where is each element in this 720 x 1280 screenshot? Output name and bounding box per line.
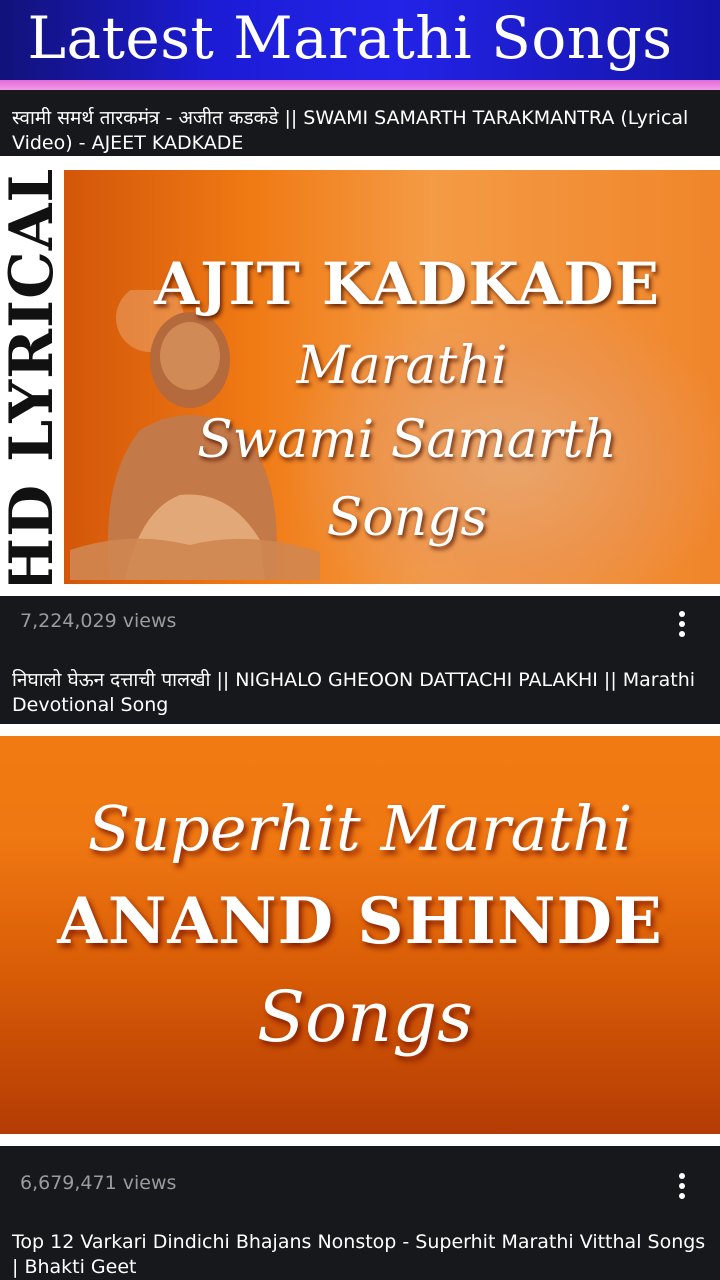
app-header: Latest Marathi Songs <box>0 0 720 80</box>
video-thumbnail[interactable]: HD LYRICAL AJIT KADKADE Marathi Swami Sa… <box>0 170 720 584</box>
app-title: Latest Marathi Songs <box>27 4 673 72</box>
thumbnail-artist-text: AJIT KADKADE <box>154 250 660 318</box>
video-meta-bar: 7,224,029 views निघालो घेऊन दत्ताची पालख… <box>0 596 720 724</box>
hd-lyrical-band: HD LYRICAL <box>0 170 67 584</box>
thumbnail-text-line: Songs <box>257 976 473 1058</box>
thumbnail-text-line: Superhit Marathi <box>87 792 633 865</box>
thumbnail-text-line: Marathi <box>296 336 508 396</box>
more-vert-icon[interactable] <box>670 609 694 639</box>
video-title-bar[interactable]: स्वामी समर्थ तारकमंत्र - अजीत कडकडे || S… <box>0 90 720 156</box>
thumbnail-text-line: Swami Samarth <box>197 410 617 470</box>
video-title[interactable]: स्वामी समर्थ तारकमंत्र - अजीत कडकडे || S… <box>12 106 712 156</box>
view-count: 7,224,029 views <box>20 610 177 632</box>
header-divider <box>0 80 720 90</box>
hd-lyrical-label: HD LYRICAL <box>0 170 67 584</box>
video-title[interactable]: निघालो घेऊन दत्ताची पालखी || NIGHALO GHE… <box>12 668 712 718</box>
view-count: 6,679,471 views <box>20 1172 177 1194</box>
thumbnail-text-line: Songs <box>326 488 488 548</box>
video-thumbnail[interactable]: Superhit Marathi ANAND SHINDE Songs <box>0 736 720 1134</box>
video-meta-bar: 6,679,471 views Top 12 Varkari Dindichi … <box>0 1146 720 1280</box>
thumbnail-artist-text: ANAND SHINDE <box>57 884 663 959</box>
video-title[interactable]: Top 12 Varkari Dindichi Bhajans Nonstop … <box>12 1230 712 1280</box>
more-vert-icon[interactable] <box>670 1171 694 1201</box>
